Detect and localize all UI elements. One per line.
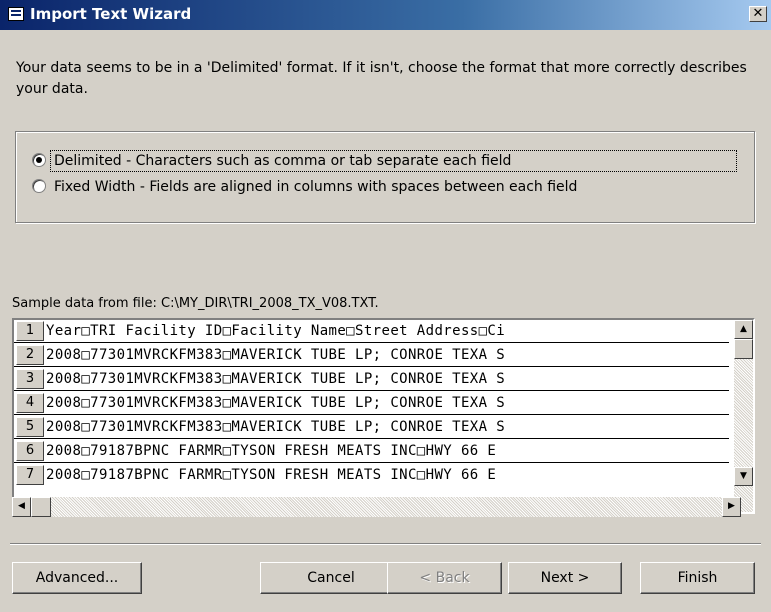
row-number: 4 [16,393,44,413]
horizontal-scroll-thumb[interactable] [31,497,51,517]
row-number: 2 [16,345,44,365]
row-number: 1 [16,321,44,341]
row-number: 7 [16,465,44,485]
row-divider [14,366,729,367]
wizard-icon [8,7,24,21]
row-text: 2008□77301MVRCKFM383□MAVERICK TUBE LP; C… [46,419,506,435]
sample-data-label: Sample data from file: C:\MY_DIR\TRI_200… [12,296,379,311]
table-row: 1 Year□TRI Facility ID□Facility Name□Str… [14,320,729,343]
row-text: 2008□79187BPNC FARMR□TYSON FRESH MEATS I… [46,467,497,483]
scroll-left-button[interactable]: ◀ [12,497,31,517]
table-row: 4 2008□77301MVRCKFM383□MAVERICK TUBE LP;… [14,392,729,415]
row-divider [14,438,729,439]
fixed-width-label: Fixed Width - Fields are aligned in colu… [54,179,578,195]
finish-button[interactable]: Finish [640,562,755,594]
table-row: 2 2008□77301MVRCKFM383□MAVERICK TUBE LP;… [14,344,729,367]
row-text: Year□TRI Facility ID□Facility Name□Stree… [46,323,506,339]
row-number: 3 [16,369,44,389]
window-title: Import Text Wizard [30,5,192,23]
table-row: 7 2008□79187BPNC FARMR□TYSON FRESH MEATS… [14,464,729,487]
row-divider [14,342,729,343]
vertical-scrollbar[interactable]: ▲ ▼ [734,320,753,512]
table-row: 6 2008□79187BPNC FARMR□TYSON FRESH MEATS… [14,440,729,463]
scroll-up-button[interactable]: ▲ [734,320,753,339]
horizontal-scrollbar[interactable]: ◀ ▶ [12,497,741,517]
row-number: 6 [16,441,44,461]
row-text: 2008□77301MVRCKFM383□MAVERICK TUBE LP; C… [46,395,506,411]
intro-text: Your data seems to be in a 'Delimited' f… [16,60,747,97]
next-button[interactable]: Next > [508,562,622,594]
fixed-width-radio[interactable] [32,179,46,193]
cancel-button[interactable]: Cancel [260,562,402,594]
table-row: 3 2008□77301MVRCKFM383□MAVERICK TUBE LP;… [14,368,729,391]
scroll-down-button[interactable]: ▼ [734,467,753,486]
scroll-right-button[interactable]: ▶ [722,497,741,517]
close-button[interactable]: ✕ [749,6,767,22]
divider [10,543,761,545]
row-divider [14,414,729,415]
table-row: 5 2008□77301MVRCKFM383□MAVERICK TUBE LP;… [14,416,729,439]
row-number: 5 [16,417,44,437]
row-text: 2008□77301MVRCKFM383□MAVERICK TUBE LP; C… [46,371,506,387]
title-bar: Import Text Wizard ✕ [0,0,771,30]
row-text: 2008□79187BPNC FARMR□TYSON FRESH MEATS I… [46,443,497,459]
delimited-label: Delimited - Characters such as comma or … [54,153,512,169]
delimited-radio[interactable] [32,153,46,167]
back-button[interactable]: < Back [387,562,502,594]
row-text: 2008□77301MVRCKFM383□MAVERICK TUBE LP; C… [46,347,506,363]
row-divider [14,462,729,463]
sample-data-grid[interactable]: 1 Year□TRI Facility ID□Facility Name□Str… [12,318,755,514]
advanced-button[interactable]: Advanced... [12,562,142,594]
row-divider [14,390,729,391]
vertical-scroll-thumb[interactable] [734,339,753,359]
